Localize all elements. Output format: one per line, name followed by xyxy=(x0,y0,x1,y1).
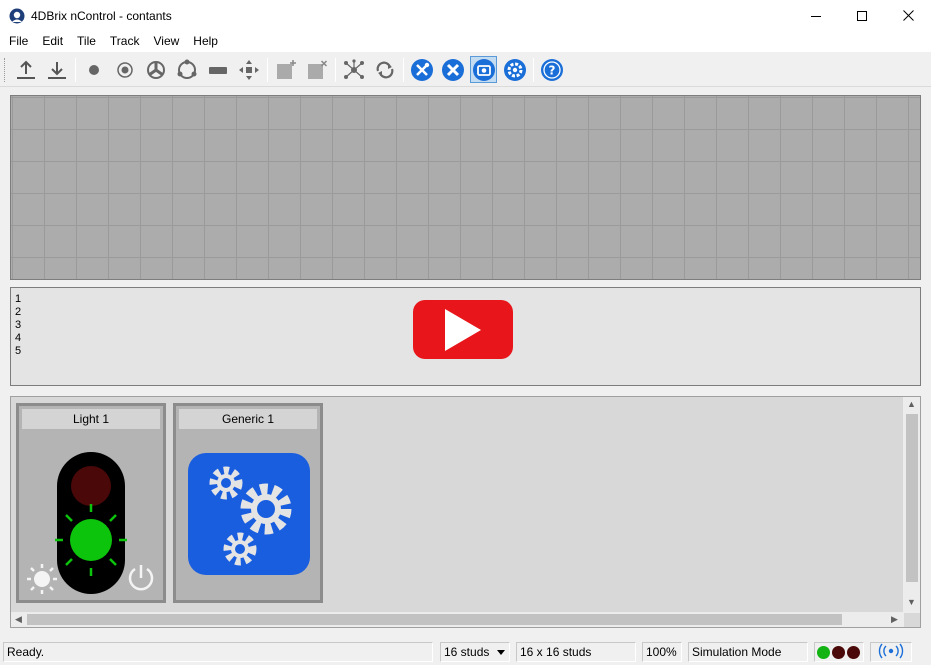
stud-size-select[interactable]: 16 studs xyxy=(440,642,510,662)
line-number: 1 xyxy=(15,293,22,305)
scroll-thumb[interactable] xyxy=(27,614,842,625)
scroll-right-icon[interactable]: ▶ xyxy=(891,614,898,625)
window-title: 4DBrix nControl - contants xyxy=(31,8,172,23)
status-text: Ready. xyxy=(3,642,433,662)
help-icon: ? xyxy=(540,58,563,81)
simulation-button[interactable] xyxy=(470,56,497,83)
menu-track[interactable]: Track xyxy=(103,31,147,52)
toolbar-separator xyxy=(267,58,268,82)
toolbar-separator xyxy=(403,58,404,82)
add-tile-button[interactable] xyxy=(272,56,299,83)
menu-edit[interactable]: Edit xyxy=(35,31,70,52)
play-icon xyxy=(445,308,481,351)
config-tools-button[interactable] xyxy=(439,56,466,83)
generic-tile[interactable]: Generic 1 xyxy=(173,403,323,603)
refresh-icon xyxy=(376,61,393,78)
turntable-button[interactable] xyxy=(142,56,169,83)
vertical-scrollbar[interactable]: ▲ ▼ xyxy=(903,397,920,613)
line-number: 3 xyxy=(15,319,22,331)
network-button[interactable] xyxy=(340,56,367,83)
crossing-icon xyxy=(238,59,259,80)
sensor-icon xyxy=(208,66,227,74)
point-button[interactable] xyxy=(80,56,107,83)
connection-indicators xyxy=(814,642,864,662)
maximize-button[interactable] xyxy=(839,0,885,31)
line-number: 4 xyxy=(15,332,22,344)
signal-icon xyxy=(116,61,133,78)
signal-button[interactable] xyxy=(111,56,138,83)
scroll-left-icon[interactable]: ◀ xyxy=(15,614,22,625)
toolbar-separator xyxy=(533,58,534,82)
loop-button[interactable] xyxy=(173,56,200,83)
upload-icon xyxy=(16,60,35,79)
gears-icon xyxy=(188,453,310,575)
download-button[interactable] xyxy=(43,56,70,83)
wireless-status[interactable] xyxy=(870,642,912,662)
indicator-red xyxy=(847,646,860,660)
scroll-thumb[interactable] xyxy=(906,414,918,582)
download-icon xyxy=(47,61,66,79)
settings-button[interactable] xyxy=(501,56,528,83)
minimize-button[interactable] xyxy=(793,0,839,31)
settings-icon xyxy=(503,58,526,81)
indicator-green xyxy=(817,646,830,660)
tools-icon xyxy=(410,58,433,81)
light-tile[interactable]: Light 1 xyxy=(16,403,166,603)
close-button[interactable] xyxy=(885,0,931,31)
title-bar: 4DBrix nControl - contants xyxy=(0,0,931,31)
simulation-icon xyxy=(472,58,495,81)
network-icon xyxy=(343,58,364,79)
menu-tile[interactable]: Tile xyxy=(70,31,103,52)
tools-button[interactable] xyxy=(408,56,435,83)
horizontal-scrollbar[interactable]: ◀ ▶ xyxy=(11,612,904,627)
toolbar-separator xyxy=(335,58,336,82)
scroll-up-icon[interactable]: ▲ xyxy=(907,399,916,409)
minimize-icon xyxy=(811,15,821,17)
menu-help[interactable]: Help xyxy=(186,31,225,52)
menu-file[interactable]: File xyxy=(2,31,35,52)
mode-label: Simulation Mode xyxy=(688,642,808,662)
line-number: 2 xyxy=(15,306,22,318)
toolbar: ? xyxy=(0,52,931,87)
help-button[interactable]: ? xyxy=(538,56,565,83)
toolbar-separator xyxy=(75,58,76,82)
brightness-icon[interactable] xyxy=(25,562,59,596)
chevron-down-icon xyxy=(497,649,505,655)
remove-tile-icon xyxy=(307,59,327,79)
menu-view[interactable]: View xyxy=(146,31,186,52)
stud-size-value: 16 studs xyxy=(444,645,490,659)
status-bar: Ready. 16 studs 16 x 16 studs 100% Simul… xyxy=(0,638,931,665)
app-logo-icon xyxy=(9,8,25,23)
play-script-button[interactable] xyxy=(413,300,513,359)
line-numbers: 1 2 3 4 5 xyxy=(15,293,21,358)
menu-bar: File Edit Tile Track View Help xyxy=(0,31,931,52)
close-icon xyxy=(902,10,914,21)
sensor-button[interactable] xyxy=(204,56,231,83)
toolbar-grip[interactable] xyxy=(4,58,7,82)
config-tools-icon xyxy=(441,58,464,81)
window-controls xyxy=(793,0,931,31)
add-tile-icon xyxy=(276,59,296,79)
scroll-down-icon[interactable]: ▼ xyxy=(907,597,916,607)
refresh-button[interactable] xyxy=(371,56,398,83)
indicator-red xyxy=(832,646,845,660)
tiles-panel: Light 1 Generic 1 ▲ ▼ ◀ ▶ xyxy=(10,396,921,628)
point-icon xyxy=(88,64,99,75)
upload-button[interactable] xyxy=(12,56,39,83)
crossing-button[interactable] xyxy=(235,56,262,83)
script-panel[interactable]: 1 2 3 4 5 xyxy=(10,287,921,386)
zoom-label: 100% xyxy=(642,642,682,662)
tile-label: Generic 1 xyxy=(179,409,317,429)
track-grid[interactable] xyxy=(10,95,921,280)
wireless-icon xyxy=(878,643,904,659)
svg-text:?: ? xyxy=(548,63,555,77)
power-icon[interactable] xyxy=(125,562,157,594)
remove-tile-button[interactable] xyxy=(303,56,330,83)
line-number: 5 xyxy=(15,345,22,357)
turntable-icon xyxy=(146,60,165,79)
grid-size-label: 16 x 16 studs xyxy=(516,642,636,662)
loop-icon xyxy=(177,59,196,79)
maximize-icon xyxy=(857,10,867,21)
